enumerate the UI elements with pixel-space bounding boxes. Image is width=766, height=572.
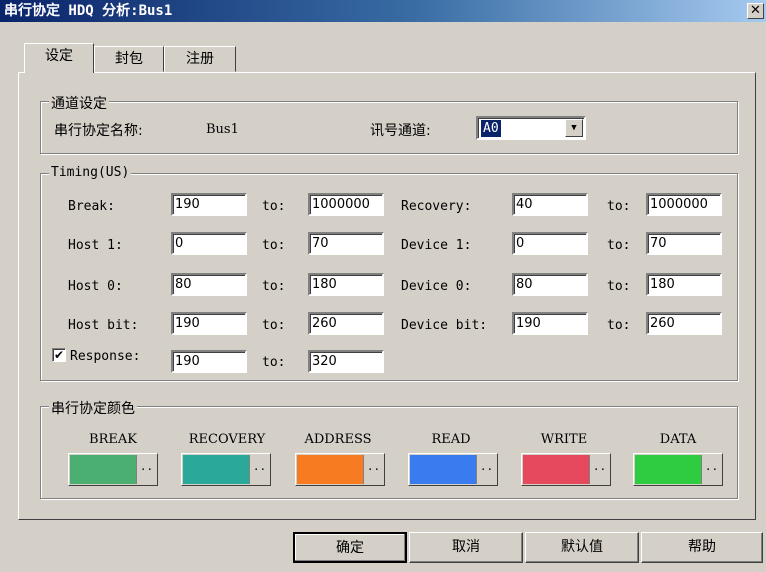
color-label-address: ADDRESS: [304, 432, 372, 447]
timing-group: Timing(US): [40, 165, 738, 381]
host1-label: Host 1:: [68, 238, 123, 253]
color-label-read: READ: [431, 432, 471, 447]
recovery-from-input[interactable]: 40: [512, 193, 588, 216]
to-label: to:: [607, 318, 631, 333]
color-label-data: DATA: [659, 432, 697, 447]
response-label: Response:: [70, 349, 141, 364]
recovery-to-input[interactable]: 1000000: [646, 193, 722, 216]
device0-label: Device 0:: [401, 279, 472, 294]
more-icon: ··: [363, 455, 383, 484]
hostbit-label: Host bit:: [68, 318, 139, 333]
protocol-name-label: 串行协定名称:: [54, 123, 143, 139]
color-swatch-recovery: [183, 455, 249, 484]
color-swatch-write: [523, 455, 589, 484]
color-button-data[interactable]: ··: [633, 453, 723, 486]
to-label: to:: [262, 355, 286, 370]
title-bar: 串行协定 HDQ 分析:Bus1 ✕: [0, 0, 766, 22]
more-icon: ··: [476, 455, 496, 484]
color-button-address[interactable]: ··: [295, 453, 385, 486]
signal-channel-select[interactable]: A0 ▼: [476, 116, 586, 140]
response-to-input[interactable]: 320: [308, 350, 384, 373]
more-icon: ··: [136, 455, 156, 484]
tab-settings[interactable]: 设定: [24, 43, 94, 73]
color-button-write[interactable]: ··: [521, 453, 611, 486]
signal-channel-value: A0: [481, 120, 501, 137]
hostbit-to-input[interactable]: 260: [308, 312, 384, 335]
break-to-input[interactable]: 1000000: [308, 193, 384, 216]
to-label: to:: [262, 318, 286, 333]
window-title: 串行协定 HDQ 分析:Bus1: [4, 3, 173, 19]
to-label: to:: [262, 238, 286, 253]
device0-from-input[interactable]: 80: [512, 273, 588, 296]
color-label-break: BREAK: [89, 432, 137, 447]
devicebit-label: Device bit:: [401, 318, 488, 333]
color-swatch-break: [70, 455, 136, 484]
color-swatch-data: [635, 455, 701, 484]
protocol-name-value: Bus1: [206, 122, 239, 137]
default-values-button[interactable]: 默认值: [525, 532, 639, 563]
to-label: to:: [607, 238, 631, 253]
host0-from-input[interactable]: 80: [171, 273, 247, 296]
device1-label: Device 1:: [401, 238, 472, 253]
break-from-input[interactable]: 190: [171, 193, 247, 216]
devicebit-to-input[interactable]: 260: [646, 312, 722, 335]
more-icon: ··: [589, 455, 609, 484]
recovery-label: Recovery:: [401, 199, 472, 214]
color-button-read[interactable]: ··: [408, 453, 498, 486]
color-button-break[interactable]: ··: [68, 453, 158, 486]
protocol-colors-title: 串行协定颜色: [49, 398, 137, 418]
color-swatch-address: [297, 455, 363, 484]
break-label: Break:: [68, 199, 115, 214]
channel-settings-title: 通道设定: [49, 93, 109, 113]
color-label-write: WRITE: [540, 432, 588, 447]
to-label: to:: [262, 199, 286, 214]
host1-to-input[interactable]: 70: [308, 232, 384, 255]
color-swatch-read: [410, 455, 476, 484]
tab-packet[interactable]: 封包: [94, 46, 164, 72]
device0-to-input[interactable]: 180: [646, 273, 722, 296]
timing-title: Timing(US): [49, 165, 132, 180]
to-label: to:: [607, 199, 631, 214]
response-from-input[interactable]: 190: [171, 350, 247, 373]
hostbit-from-input[interactable]: 190: [171, 312, 247, 335]
host0-label: Host 0:: [68, 279, 123, 294]
signal-channel-label: 讯号通道:: [370, 123, 431, 139]
response-checkbox[interactable]: ✔: [52, 348, 66, 362]
color-label-recovery: RECOVERY: [188, 432, 266, 447]
device1-from-input[interactable]: 0: [512, 232, 588, 255]
color-button-recovery[interactable]: ··: [181, 453, 271, 486]
close-icon[interactable]: ✕: [747, 3, 764, 19]
to-label: to:: [607, 279, 631, 294]
host1-from-input[interactable]: 0: [171, 232, 247, 255]
chevron-down-icon[interactable]: ▼: [565, 119, 583, 137]
to-label: to:: [262, 279, 286, 294]
cancel-button[interactable]: 取消: [409, 532, 523, 563]
host0-to-input[interactable]: 180: [308, 273, 384, 296]
more-icon: ··: [701, 455, 721, 484]
tab-register[interactable]: 注册: [164, 46, 236, 72]
devicebit-from-input[interactable]: 190: [512, 312, 588, 335]
device1-to-input[interactable]: 70: [646, 232, 722, 255]
ok-button[interactable]: 确定: [293, 532, 407, 563]
help-button[interactable]: 帮助: [641, 532, 763, 563]
more-icon: ··: [249, 455, 269, 484]
